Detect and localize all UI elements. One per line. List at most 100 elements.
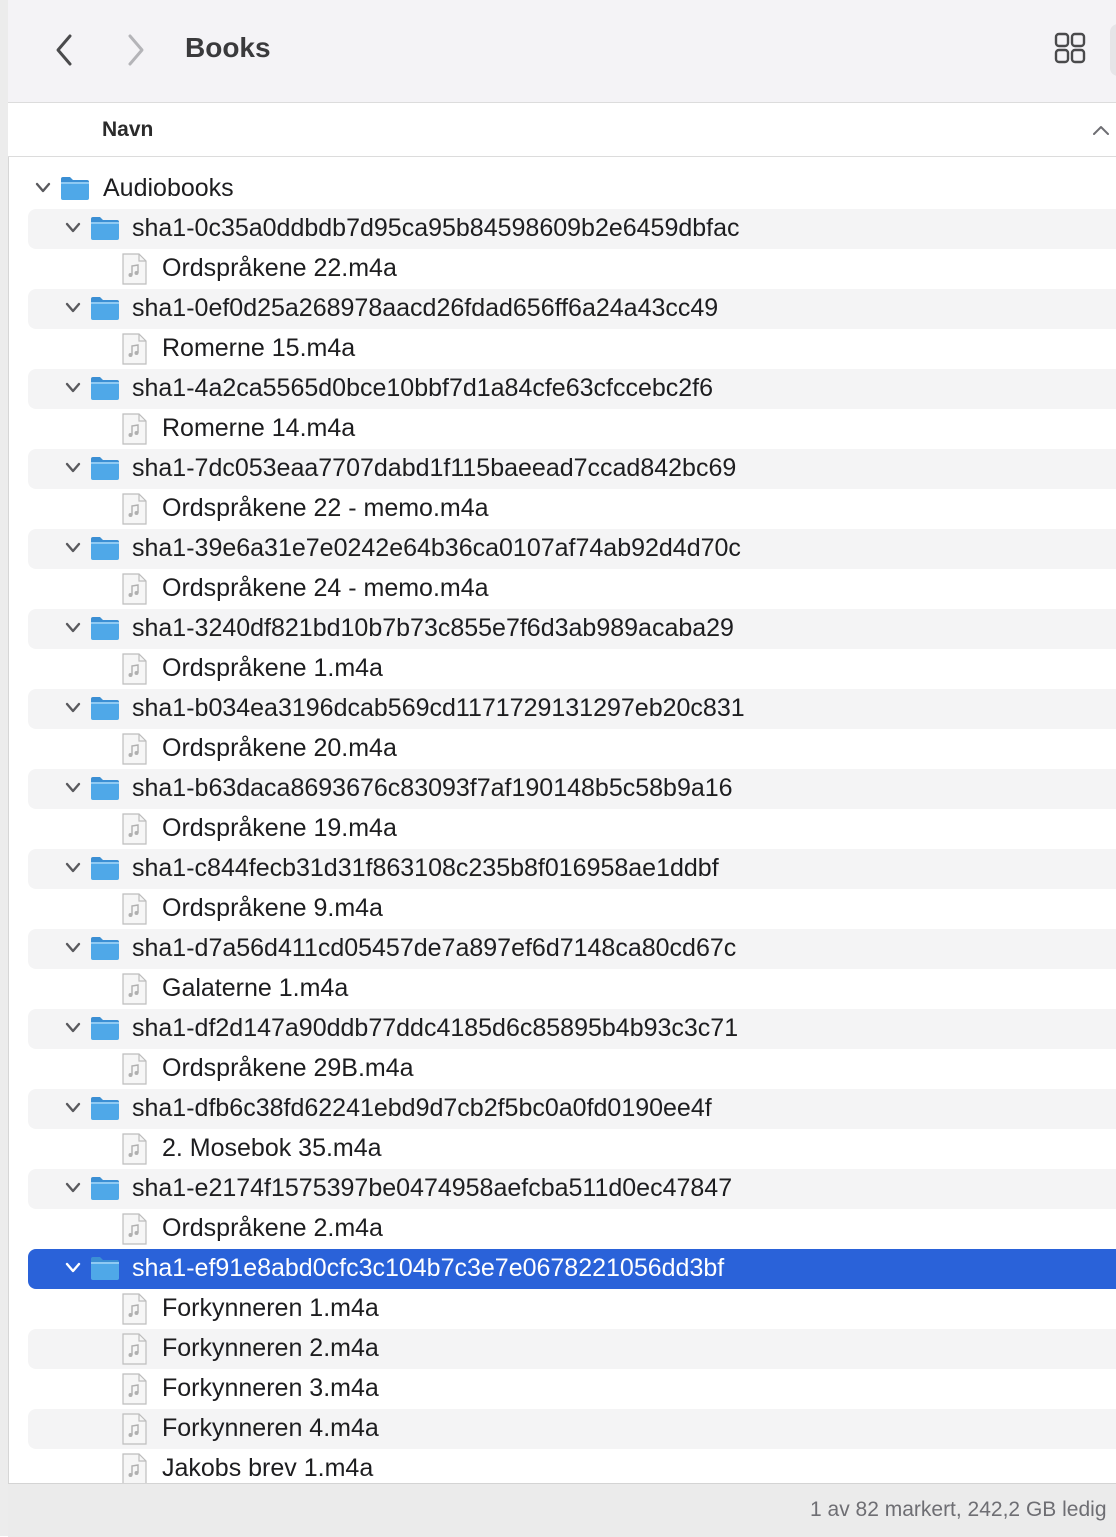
audio-file-icon [120, 1293, 148, 1325]
file-name: Forkynneren 2.m4a [162, 1334, 379, 1362]
folder-row[interactable]: sha1-e2174f1575397be0474958aefcba511d0ec… [28, 1169, 1116, 1209]
file-name: Ordspråkene 19.m4a [162, 814, 397, 842]
folder-row[interactable]: sha1-d7a56d411cd05457de7a897ef6d7148ca80… [28, 929, 1116, 969]
window-title: Books [185, 32, 271, 63]
file-name: Ordspråkene 24 - memo.m4a [162, 574, 489, 602]
audio-file-icon [120, 733, 148, 765]
file-row[interactable]: Galaterne 1.m4a [28, 969, 1116, 1009]
file-row[interactable]: Ordspråkene 19.m4a [28, 809, 1116, 849]
file-row[interactable]: Ordspråkene 22.m4a [28, 249, 1116, 289]
audio-file-icon [120, 1373, 148, 1405]
folder-row[interactable]: sha1-3240df821bd10b7b73c855e7f6d3ab989ac… [28, 609, 1116, 649]
audio-file-icon [120, 653, 148, 685]
column-header-name[interactable]: Navn [102, 118, 153, 142]
file-row[interactable]: Ordspråkene 2.m4a [28, 1209, 1116, 1249]
file-name: Jakobs brev 1.m4a [162, 1454, 374, 1482]
folder-row[interactable]: sha1-b034ea3196dcab569cd1171729131297eb2… [28, 689, 1116, 729]
file-name: Romerne 15.m4a [162, 334, 356, 362]
file-row[interactable]: Ordspråkene 9.m4a [28, 889, 1116, 929]
folder-name: sha1-39e6a31e7e0242e64b36ca0107af74ab92d… [132, 534, 741, 562]
disclosure-chevron-icon[interactable] [64, 221, 82, 235]
folder-icon [89, 454, 121, 482]
folder-icon [89, 774, 121, 802]
folder-icon [89, 294, 121, 322]
column-header-bar: Navn [8, 103, 1116, 157]
disclosure-chevron-icon[interactable] [64, 541, 82, 555]
file-row[interactable]: Forkynneren 1.m4a [28, 1289, 1116, 1329]
grid-view-icon[interactable] [1052, 30, 1088, 68]
file-name: Forkynneren 1.m4a [162, 1294, 379, 1322]
disclosure-chevron-icon[interactable] [64, 461, 82, 475]
file-name: Ordspråkene 1.m4a [162, 654, 383, 682]
folder-name: sha1-7dc053eaa7707dabd1f115baeead7ccad84… [132, 454, 737, 482]
audio-file-icon [120, 893, 148, 925]
disclosure-chevron-icon[interactable] [64, 781, 82, 795]
file-row[interactable]: Romerne 14.m4a [28, 409, 1116, 449]
folder-row[interactable]: sha1-7dc053eaa7707dabd1f115baeead7ccad84… [28, 449, 1116, 489]
folder-row[interactable]: sha1-39e6a31e7e0242e64b36ca0107af74ab92d… [28, 529, 1116, 569]
folder-name: sha1-3240df821bd10b7b73c855e7f6d3ab989ac… [132, 614, 734, 642]
audio-file-icon [120, 1133, 148, 1165]
disclosure-chevron-icon[interactable] [64, 1101, 82, 1115]
folder-name: sha1-df2d147a90ddb77ddc4185d6c85895b4b93… [132, 1014, 739, 1042]
folder-row[interactable]: sha1-4a2ca5565d0bce10bbf7d1a84cfe63cfcce… [28, 369, 1116, 409]
folder-row[interactable]: sha1-0ef0d25a268978aacd26fdad656ff6a24a4… [28, 289, 1116, 329]
folder-name: sha1-0c35a0ddbdb7d95ca95b84598609b2e6459… [132, 214, 740, 242]
disclosure-chevron-icon[interactable] [64, 621, 82, 635]
toolbar-overflow-button[interactable] [1110, 24, 1116, 76]
file-row[interactable]: Ordspråkene 22 - memo.m4a [28, 489, 1116, 529]
folder-row[interactable]: sha1-dfb6c38fd62241ebd9d7cb2f5bc0a0fd019… [28, 1089, 1116, 1129]
file-row[interactable]: Forkynneren 2.m4a [28, 1329, 1116, 1369]
folder-icon [89, 614, 121, 642]
disclosure-chevron-icon[interactable] [64, 701, 82, 715]
folder-name: sha1-b034ea3196dcab569cd1171729131297eb2… [132, 694, 745, 722]
audio-file-icon [120, 813, 148, 845]
status-bar: 1 av 82 markert, 242,2 GB ledig [8, 1483, 1116, 1537]
folder-icon [89, 374, 121, 402]
disclosure-chevron-icon[interactable] [64, 941, 82, 955]
file-row[interactable]: Romerne 15.m4a [28, 329, 1116, 369]
folder-icon [89, 854, 121, 882]
disclosure-chevron-icon[interactable] [34, 181, 52, 195]
file-row[interactable]: Ordspråkene 1.m4a [28, 649, 1116, 689]
folder-name: sha1-ef91e8abd0cfc3c104b7c3e7e0678221056… [132, 1254, 725, 1282]
file-name: Forkynneren 4.m4a [162, 1414, 379, 1442]
file-name: Ordspråkene 29B.m4a [162, 1054, 414, 1082]
folder-row[interactable]: sha1-0c35a0ddbdb7d95ca95b84598609b2e6459… [28, 209, 1116, 249]
file-name: Forkynneren 3.m4a [162, 1374, 379, 1402]
chevron-left-icon[interactable] [46, 30, 82, 70]
disclosure-chevron-icon[interactable] [64, 1261, 82, 1275]
file-row[interactable]: Ordspråkene 29B.m4a [28, 1049, 1116, 1089]
folder-name: sha1-e2174f1575397be0474958aefcba511d0ec… [132, 1174, 733, 1202]
folder-name: sha1-4a2ca5565d0bce10bbf7d1a84cfe63cfcce… [132, 374, 714, 402]
folder-row[interactable]: sha1-df2d147a90ddb77ddc4185d6c85895b4b93… [28, 1009, 1116, 1049]
folder-icon [89, 1174, 121, 1202]
folder-row[interactable]: sha1-c844fecb31d31f863108c235b8f016958ae… [28, 849, 1116, 889]
file-name: Ordspråkene 22.m4a [162, 254, 397, 282]
file-row[interactable]: Ordspråkene 20.m4a [28, 729, 1116, 769]
folder-icon [89, 694, 121, 722]
folder-name: sha1-0ef0d25a268978aacd26fdad656ff6a24a4… [132, 294, 719, 322]
folder-row[interactable]: sha1-ef91e8abd0cfc3c104b7c3e7e0678221056… [28, 1249, 1116, 1289]
disclosure-chevron-icon[interactable] [64, 381, 82, 395]
file-row[interactable]: Ordspråkene 24 - memo.m4a [28, 569, 1116, 609]
folder-row[interactable]: sha1-b63daca8693676c83093f7af190148b5c58… [28, 769, 1116, 809]
audio-file-icon [120, 1053, 148, 1085]
file-row[interactable]: Forkynneren 3.m4a [28, 1369, 1116, 1409]
audio-file-icon [120, 333, 148, 365]
disclosure-chevron-icon[interactable] [64, 301, 82, 315]
file-row[interactable]: 2. Mosebok 35.m4a [28, 1129, 1116, 1169]
audio-file-icon [120, 413, 148, 445]
disclosure-chevron-icon[interactable] [64, 1181, 82, 1195]
chevron-right-icon[interactable] [118, 30, 154, 70]
disclosure-chevron-icon[interactable] [64, 861, 82, 875]
sort-ascending-icon[interactable] [1092, 123, 1110, 137]
audio-file-icon [120, 1213, 148, 1245]
window-left-edge [0, 0, 9, 1536]
audio-file-icon [120, 573, 148, 605]
disclosure-chevron-icon[interactable] [64, 1021, 82, 1035]
folder-icon [89, 934, 121, 962]
file-row[interactable]: Forkynneren 4.m4a [28, 1409, 1116, 1449]
file-name: Ordspråkene 2.m4a [162, 1214, 383, 1242]
folder-row[interactable]: Audiobooks [28, 169, 1116, 209]
